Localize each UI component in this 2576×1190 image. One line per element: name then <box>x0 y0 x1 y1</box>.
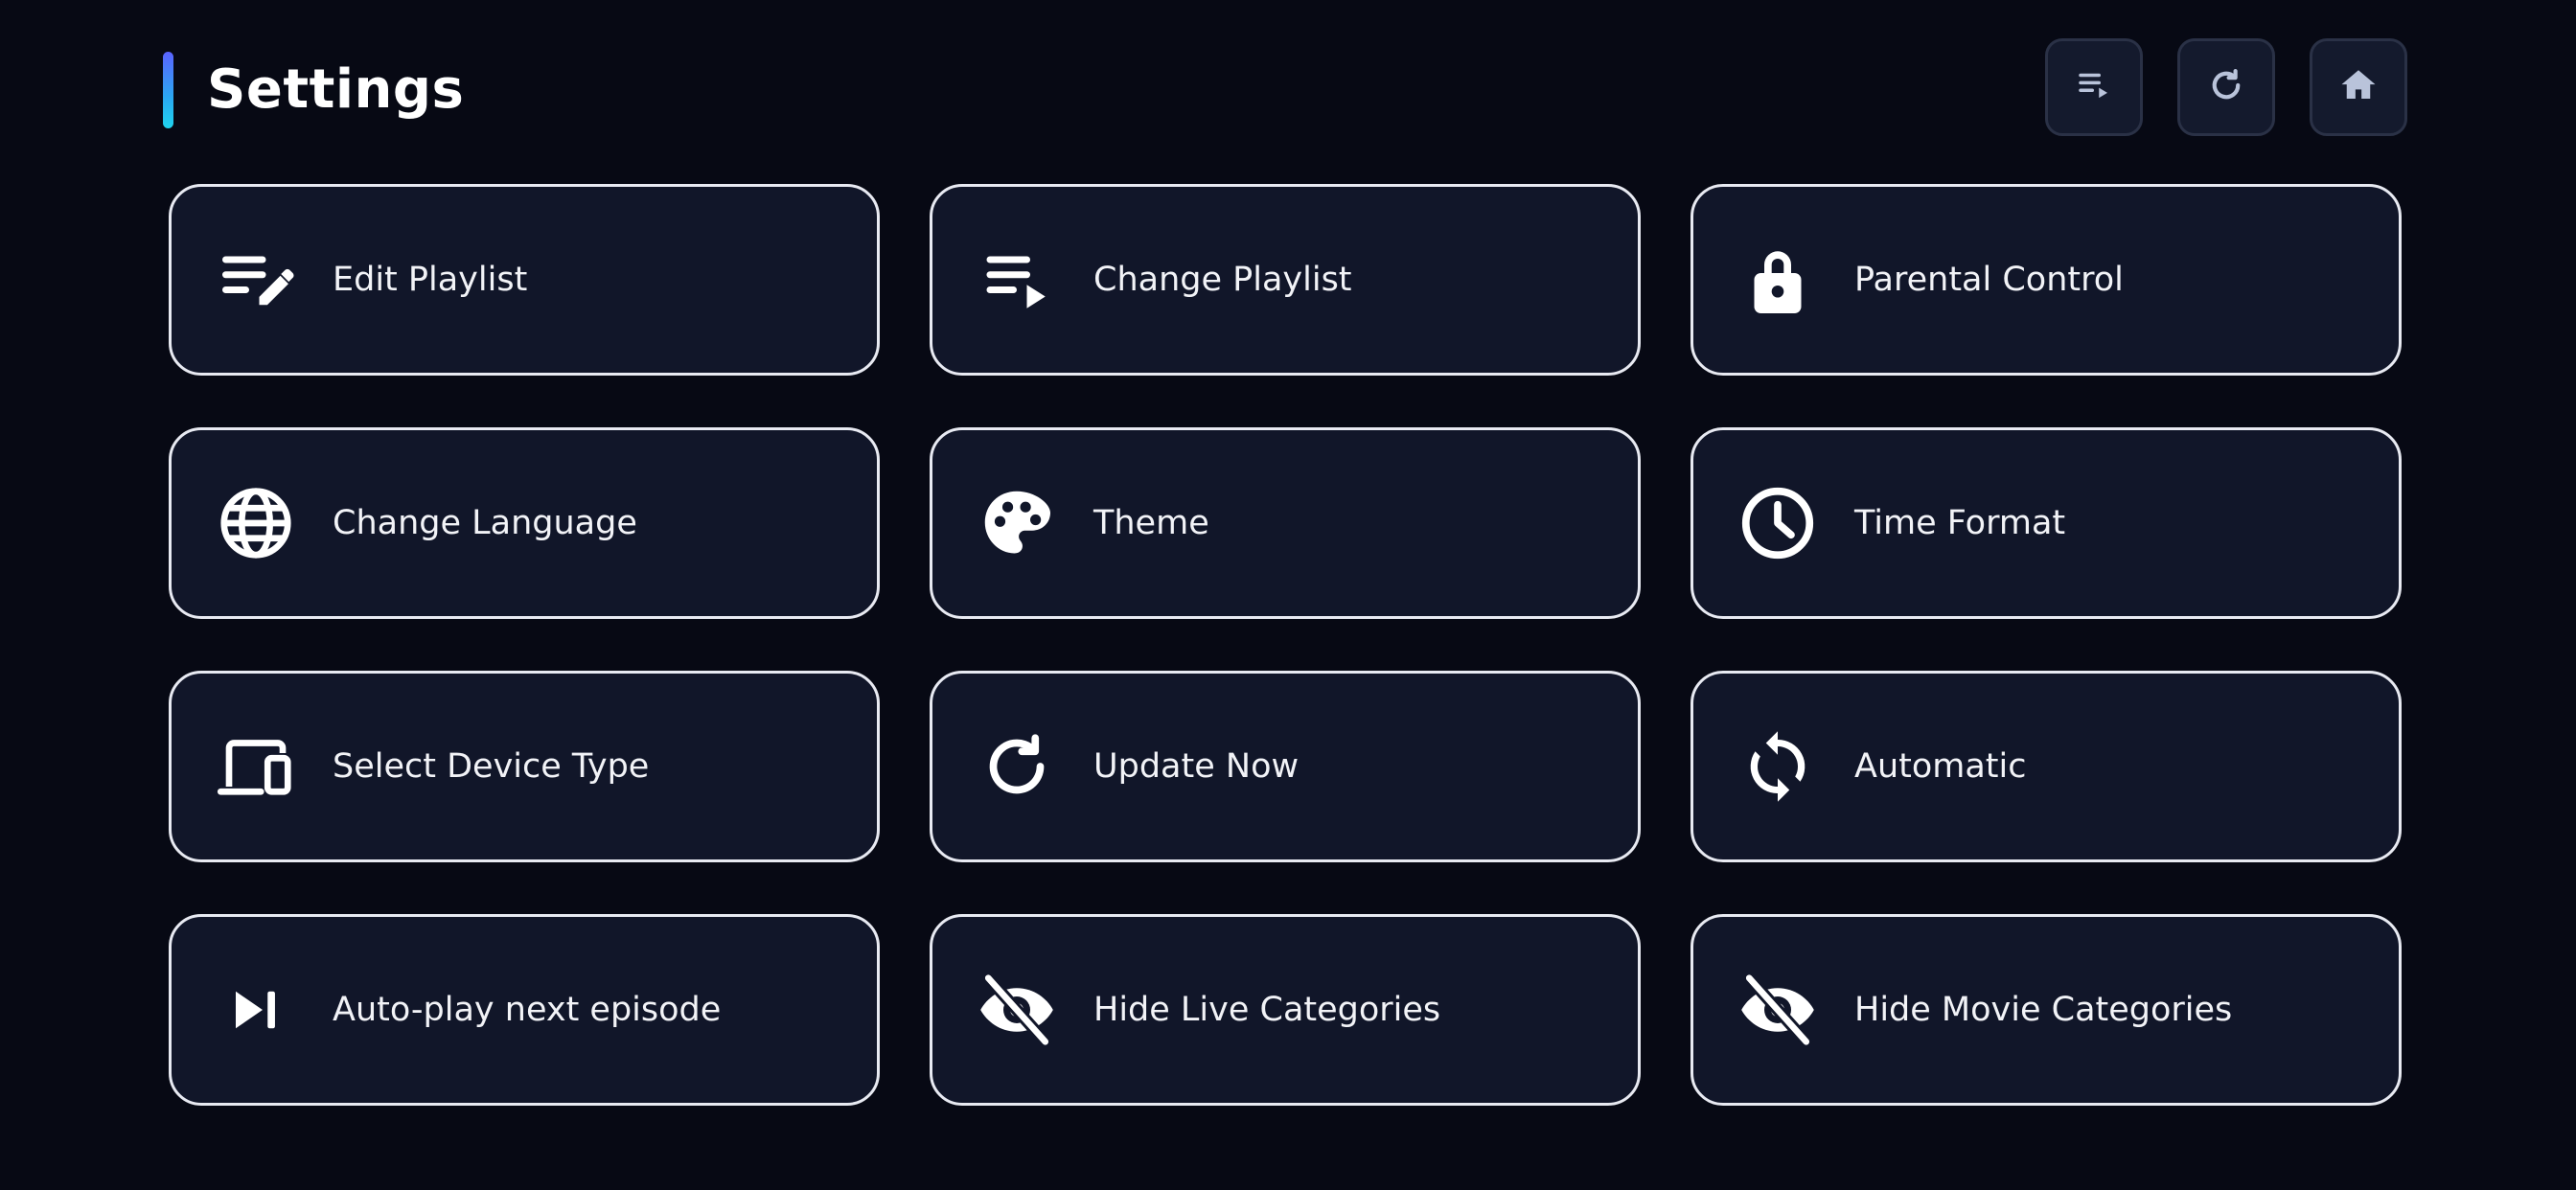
setting-select-device-type[interactable]: Select Device Type <box>169 671 880 862</box>
setting-change-playlist[interactable]: Change Playlist <box>930 184 1641 376</box>
setting-auto-play-next-episode[interactable]: Auto-play next episode <box>169 914 880 1106</box>
setting-label: Change Language <box>333 504 637 542</box>
setting-label: Time Format <box>1854 504 2066 542</box>
refresh-button[interactable] <box>2177 38 2275 136</box>
setting-label: Hide Movie Categories <box>1854 991 2233 1029</box>
playlist-button[interactable] <box>2045 38 2143 136</box>
eye-off-icon <box>1737 970 1818 1050</box>
settings-grid: Edit Playlist Change Playlist Parental C… <box>169 184 2402 1106</box>
setting-edit-playlist[interactable]: Edit Playlist <box>169 184 880 376</box>
setting-hide-movie-categories[interactable]: Hide Movie Categories <box>1690 914 2402 1106</box>
playlist-edit-icon <box>216 240 296 320</box>
refresh-icon <box>977 726 1057 807</box>
setting-label: Edit Playlist <box>333 261 528 299</box>
home-icon <box>2338 65 2379 109</box>
settings-screen: Settings Edit Playlist Change Playlist P… <box>0 0 2576 1190</box>
title-accent-bar <box>163 52 173 128</box>
home-button[interactable] <box>2310 38 2407 136</box>
setting-label: Select Device Type <box>333 747 650 786</box>
skip-next-icon <box>216 970 296 1050</box>
setting-hide-live-categories[interactable]: Hide Live Categories <box>930 914 1641 1106</box>
setting-time-format[interactable]: Time Format <box>1690 427 2402 619</box>
eye-off-icon <box>977 970 1057 1050</box>
setting-label: Update Now <box>1093 747 1300 786</box>
setting-label: Parental Control <box>1854 261 2124 299</box>
playlist-play-icon <box>977 240 1057 320</box>
devices-icon <box>216 726 296 807</box>
header: Settings <box>161 38 2407 144</box>
setting-label: Auto-play next episode <box>333 991 722 1029</box>
setting-label: Theme <box>1093 504 1209 542</box>
setting-label: Automatic <box>1854 747 2027 786</box>
page-title: Settings <box>207 58 465 121</box>
setting-parental-control[interactable]: Parental Control <box>1690 184 2402 376</box>
refresh-icon <box>2206 65 2246 109</box>
setting-change-language[interactable]: Change Language <box>169 427 880 619</box>
setting-label: Hide Live Categories <box>1093 991 1441 1029</box>
setting-update-now[interactable]: Update Now <box>930 671 1641 862</box>
globe-icon <box>216 483 296 563</box>
playlist-play-icon <box>2074 65 2114 109</box>
setting-theme[interactable]: Theme <box>930 427 1641 619</box>
lock-icon <box>1737 240 1818 320</box>
sync-icon <box>1737 726 1818 807</box>
setting-label: Change Playlist <box>1093 261 1352 299</box>
header-actions <box>2045 38 2407 136</box>
setting-automatic[interactable]: Automatic <box>1690 671 2402 862</box>
palette-icon <box>977 483 1057 563</box>
clock-icon <box>1737 483 1818 563</box>
